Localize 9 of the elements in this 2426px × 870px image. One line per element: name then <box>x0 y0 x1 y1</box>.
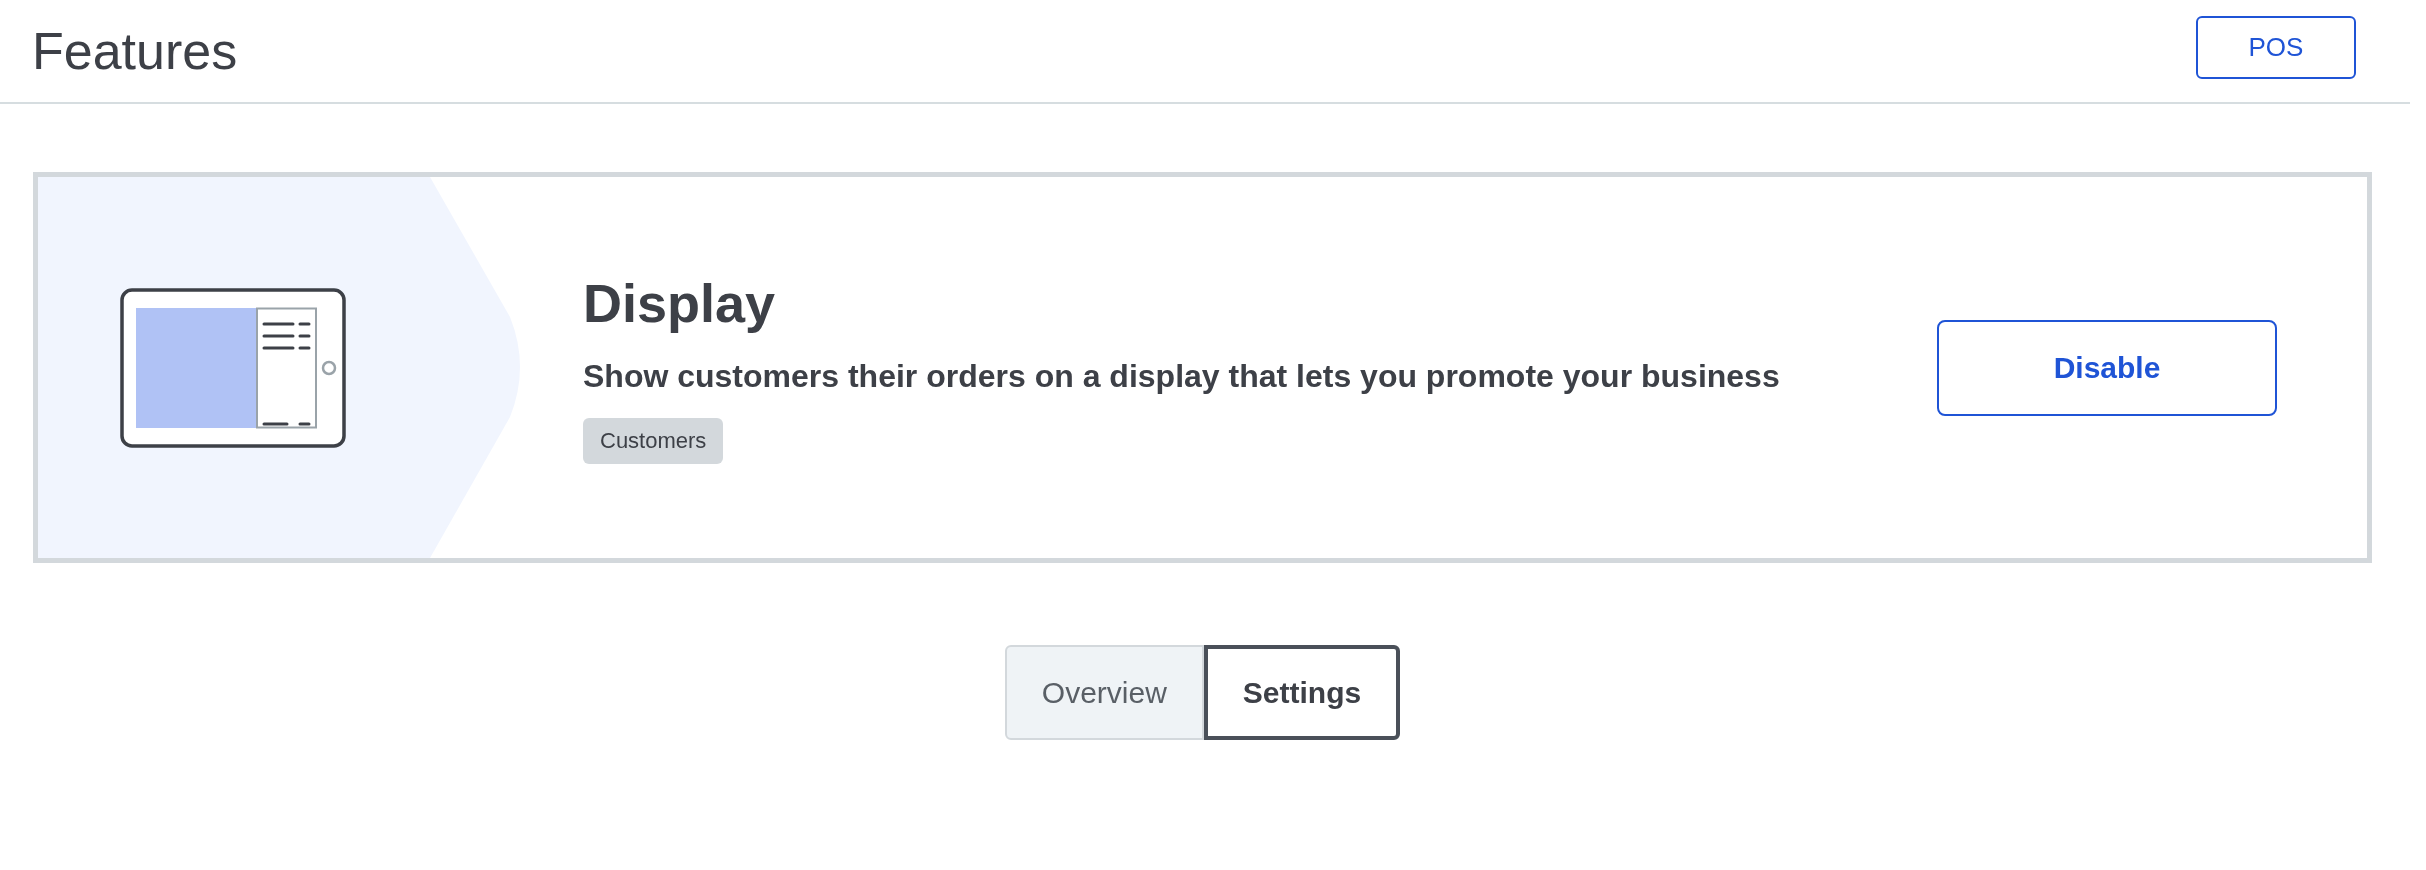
tablet-icon <box>120 287 346 448</box>
page-title: Features <box>32 21 238 81</box>
tab[interactable]: Overview <box>1004 645 1204 740</box>
disable-button[interactable]: Disable <box>1937 319 2277 416</box>
feature-description: Show customers their orders on a display that lets you promote your business <box>583 356 1781 396</box>
category-tag: Customers <box>583 417 724 464</box>
feature-title: Display <box>583 271 776 334</box>
pos-button[interactable]: POS <box>2196 15 2356 79</box>
tab[interactable]: Settings <box>1203 645 1401 740</box>
